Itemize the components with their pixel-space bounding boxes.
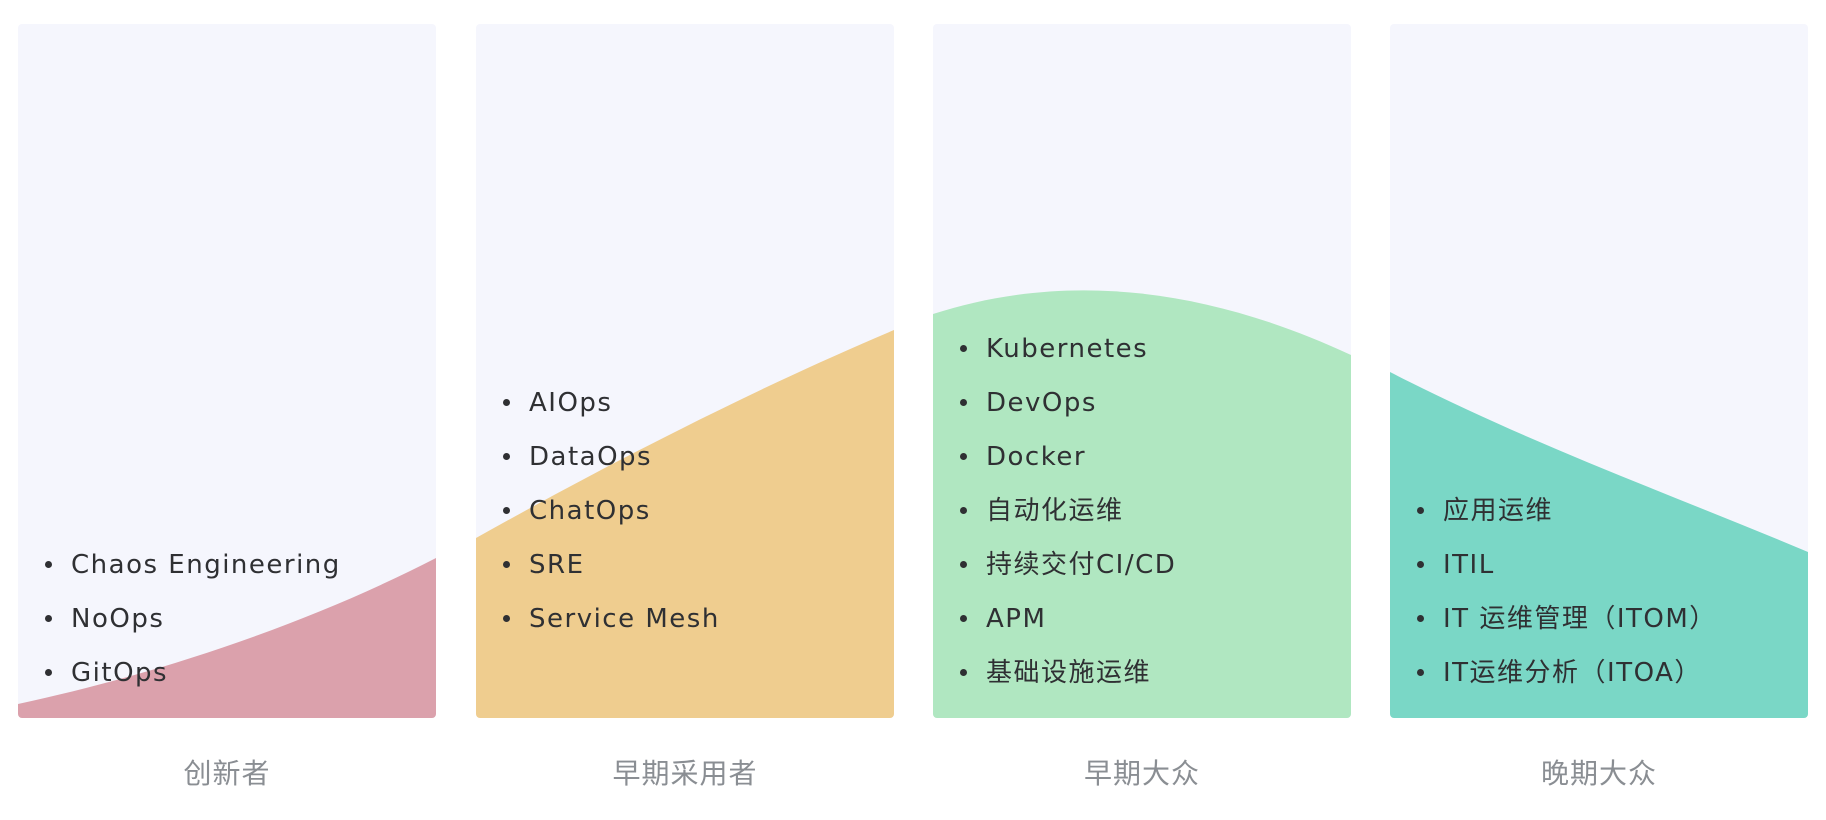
list-item: Kubernetes (960, 322, 1176, 376)
early-majority-panel: Kubernetes DevOps Docker 自动化运维 持续交付CI/CD… (933, 24, 1351, 718)
list-item-label: 自动化运维 (986, 496, 1124, 526)
bullet-icon (45, 615, 52, 622)
list-item: 基础设施运维 (960, 646, 1176, 700)
list-item-label: 持续交付CI/CD (986, 550, 1177, 580)
column-late-majority: 应用运维 ITIL IT 运维管理（ITOM） IT运维分析（ITOA） 晚期大… (1390, 24, 1808, 790)
bullet-icon (503, 453, 510, 460)
list-item: IT运维分析（ITOA） (1417, 646, 1717, 700)
list-item: 自动化运维 (960, 484, 1176, 538)
bullet-icon (960, 453, 967, 460)
early-majority-caption: 早期大众 (1083, 757, 1200, 790)
list-item-label: DataOps (529, 442, 653, 472)
list-item-label: Kubernetes (986, 334, 1149, 364)
list-item: 持续交付CI/CD (960, 538, 1176, 592)
bullet-icon (960, 399, 967, 406)
list-item: SRE (503, 538, 720, 592)
bullet-icon (503, 507, 510, 514)
late-majority-list: 应用运维 ITIL IT 运维管理（ITOM） IT运维分析（ITOA） (1417, 484, 1717, 700)
bullet-icon (1417, 669, 1424, 676)
bullet-icon (960, 561, 967, 568)
column-innovators: Chaos Engineering NoOps GitOps 创新者 (18, 24, 436, 790)
list-item: ChatOps (503, 484, 720, 538)
list-item-label: ITIL (1443, 550, 1495, 580)
bullet-icon (1417, 507, 1424, 514)
innovators-caption: 创新者 (183, 757, 271, 790)
bullet-icon (960, 669, 967, 676)
list-item-label: APM (986, 604, 1047, 634)
list-item: 应用运维 (1417, 484, 1717, 538)
list-item: IT 运维管理（ITOM） (1417, 592, 1717, 646)
column-early-majority: Kubernetes DevOps Docker 自动化运维 持续交付CI/CD… (933, 24, 1351, 790)
list-item: Docker (960, 430, 1176, 484)
list-item: APM (960, 592, 1176, 646)
innovators-list: Chaos Engineering NoOps GitOps (45, 538, 341, 700)
early-adopters-panel: AIOps DataOps ChatOps SRE Service Mesh (476, 24, 894, 718)
bullet-icon (1417, 615, 1424, 622)
list-item-label: AIOps (529, 388, 613, 418)
early-adopters-caption: 早期采用者 (612, 757, 758, 790)
list-item-label: Docker (986, 442, 1087, 472)
innovators-panel: Chaos Engineering NoOps GitOps (18, 24, 436, 718)
bullet-icon (45, 561, 52, 568)
bullet-icon (503, 399, 510, 406)
list-item-label: ChatOps (529, 496, 651, 526)
list-item-label: NoOps (71, 604, 165, 634)
early-adopters-list: AIOps DataOps ChatOps SRE Service Mesh (503, 376, 720, 646)
column-early-adopters: AIOps DataOps ChatOps SRE Service Mesh 早… (476, 24, 894, 790)
list-item-label: IT运维分析（ITOA） (1443, 658, 1702, 688)
late-majority-caption: 晚期大众 (1540, 757, 1657, 790)
bullet-icon (503, 561, 510, 568)
list-item: Service Mesh (503, 592, 720, 646)
list-item-label: DevOps (986, 388, 1097, 418)
bullet-icon (960, 507, 967, 514)
bullet-icon (1417, 561, 1424, 568)
list-item: AIOps (503, 376, 720, 430)
list-item-label: 应用运维 (1443, 496, 1554, 526)
list-item: ITIL (1417, 538, 1717, 592)
list-item-label: Chaos Engineering (71, 550, 341, 580)
list-item-label: IT 运维管理（ITOM） (1443, 604, 1717, 634)
list-item: GitOps (45, 646, 341, 700)
early-majority-list: Kubernetes DevOps Docker 自动化运维 持续交付CI/CD… (960, 322, 1176, 700)
list-item-label: Service Mesh (529, 604, 720, 634)
bullet-icon (45, 669, 52, 676)
list-item-label: 基础设施运维 (986, 658, 1152, 688)
bullet-icon (503, 615, 510, 622)
late-majority-panel: 应用运维 ITIL IT 运维管理（ITOM） IT运维分析（ITOA） (1390, 24, 1808, 718)
bullet-icon (960, 345, 967, 352)
list-item: Chaos Engineering (45, 538, 341, 592)
list-item: DevOps (960, 376, 1176, 430)
list-item-label: GitOps (71, 658, 169, 688)
list-item-label: SRE (529, 550, 585, 580)
bullet-icon (960, 615, 967, 622)
list-item: NoOps (45, 592, 341, 646)
list-item: DataOps (503, 430, 720, 484)
